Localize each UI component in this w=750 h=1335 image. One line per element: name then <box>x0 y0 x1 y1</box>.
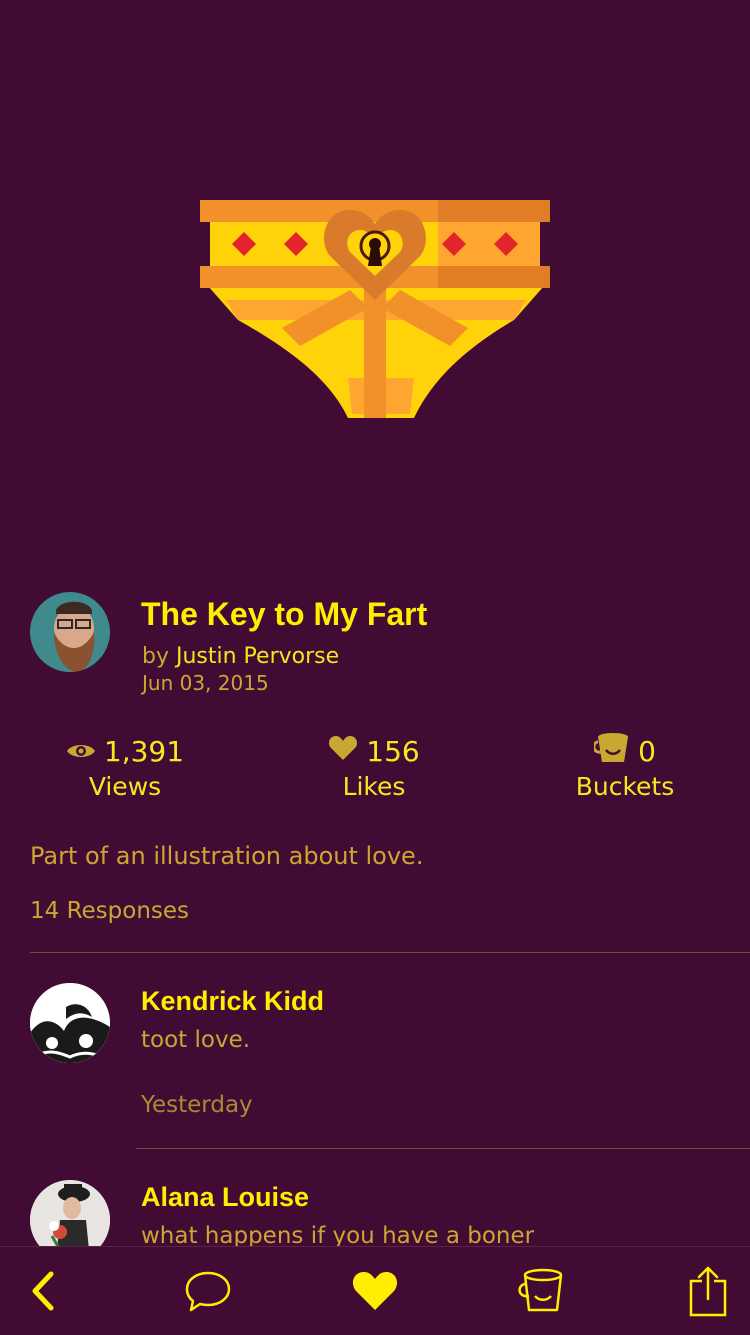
back-button[interactable] <box>18 1267 70 1319</box>
comment-button[interactable] <box>182 1267 234 1319</box>
views-label: Views <box>88 772 162 801</box>
likes-label: Likes <box>342 772 406 801</box>
divider <box>30 952 750 953</box>
comment-time: Yesterday <box>141 1092 253 1118</box>
commenter-avatar[interactable] <box>30 983 110 1063</box>
back-icon <box>29 1271 59 1315</box>
divider <box>136 1148 750 1149</box>
commenter-name[interactable]: Kendrick Kidd <box>141 986 324 1017</box>
buckets-count: 0 <box>638 735 656 768</box>
bucket-icon <box>592 732 630 773</box>
bucket-icon <box>517 1268 565 1318</box>
share-icon <box>688 1265 728 1321</box>
comment-icon <box>184 1270 232 1316</box>
comment-text: toot love. <box>141 1027 251 1053</box>
likes-count: 156 <box>366 735 420 768</box>
views-stat: 1,391 Views <box>0 734 250 801</box>
author-avatar[interactable] <box>30 592 110 672</box>
responses-count: 14 Responses <box>30 898 190 924</box>
shot-date: Jun 03, 2015 <box>142 671 269 695</box>
like-button[interactable] <box>349 1267 401 1319</box>
heart-icon <box>351 1270 399 1316</box>
buckets-label: Buckets <box>575 772 675 801</box>
commenter-name[interactable]: Alana Louise <box>141 1182 309 1213</box>
shot-title: The Key to My Fart <box>141 596 428 632</box>
byline: by Justin Pervorse <box>142 644 339 669</box>
bucket-button[interactable] <box>515 1267 567 1319</box>
views-count: 1,391 <box>103 735 185 768</box>
heart-icon <box>328 734 358 770</box>
by-prefix: by <box>142 644 169 669</box>
author-name-link[interactable]: Justin Pervorse <box>176 644 339 669</box>
likes-stat[interactable]: 156 Likes <box>249 734 499 801</box>
share-button[interactable] <box>682 1265 734 1321</box>
eye-icon <box>66 734 96 770</box>
bottom-toolbar <box>0 1246 750 1335</box>
buckets-stat[interactable]: 0 Buckets <box>500 732 750 801</box>
shot-illustration <box>200 196 552 422</box>
shot-description: Part of an illustration about love. <box>30 842 424 870</box>
